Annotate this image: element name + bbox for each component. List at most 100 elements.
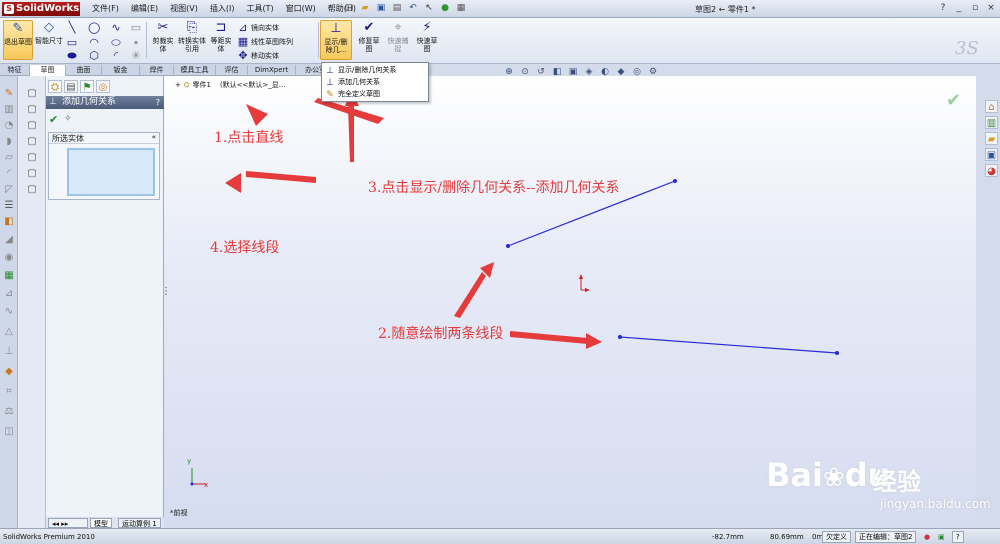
menu-file[interactable]: 文件(F): [86, 3, 125, 15]
fillet-tool-icon[interactable]: ◜: [3, 168, 15, 180]
mass-props-icon[interactable]: ⚖: [3, 406, 15, 418]
tab-surfaces[interactable]: 曲面: [66, 65, 102, 76]
sketch-tool-icon[interactable]: ✎: [3, 88, 15, 100]
feature-tree-flyout[interactable]: + ⛭ 零件1 (默认<<默认>_显...: [175, 80, 285, 90]
shell-icon[interactable]: ◧: [3, 216, 15, 228]
rib-icon[interactable]: ☰: [3, 200, 15, 212]
menu-item-fully-define-sketch[interactable]: ✎ 完全定义草图: [325, 89, 380, 100]
pm-help-button[interactable]: ?: [156, 96, 160, 109]
open-icon[interactable]: ▰: [358, 2, 372, 15]
instant3d-icon[interactable]: ◆: [3, 366, 15, 378]
section-view-icon[interactable]: ◧: [550, 66, 564, 78]
line-icon[interactable]: ╲: [66, 22, 78, 34]
menu-window[interactable]: 窗口(W): [280, 3, 322, 15]
menu-item-show-delete-relations[interactable]: ⊥ 显示/删除几何关系: [325, 65, 396, 76]
sketch-endpoint[interactable]: [618, 335, 622, 339]
dimxpert-manager-icon[interactable]: ◎: [96, 80, 110, 93]
hole-icon[interactable]: ◉: [3, 252, 15, 264]
mirror-entities-button[interactable]: 镜向实体: [251, 23, 279, 33]
show-delete-relations-button[interactable]: ⊥ 显示/删除几...: [320, 20, 352, 60]
close-button[interactable]: ×: [984, 2, 998, 15]
rapid-sketch-button[interactable]: ⚡ 快速草图: [414, 20, 440, 60]
pm-strip-icon[interactable]: ▢: [26, 168, 38, 180]
pm-strip-icon[interactable]: ▢: [26, 136, 38, 148]
previous-view-icon[interactable]: ↺: [534, 66, 548, 78]
exit-sketch-button[interactable]: ✎ 退出草图: [3, 20, 33, 60]
menu-tools[interactable]: 工具(T): [240, 3, 279, 15]
pm-strip-icon[interactable]: ▢: [26, 184, 38, 196]
status-help-button[interactable]: ?: [952, 531, 964, 543]
pm-strip-icon[interactable]: ▢: [26, 152, 38, 164]
splitter-handle[interactable]: ⋮: [160, 286, 172, 298]
rebuild-icon[interactable]: ●: [438, 2, 452, 15]
axis-icon[interactable]: ⊥: [3, 346, 15, 358]
sketch-endpoint[interactable]: [506, 244, 510, 248]
text-icon[interactable]: ▭: [130, 22, 142, 34]
sketch-endpoint[interactable]: [835, 351, 839, 355]
sketch-endpoint[interactable]: [673, 179, 677, 183]
file-explorer-icon[interactable]: ▰: [985, 132, 998, 145]
zoom-area-icon[interactable]: ⊙: [518, 66, 532, 78]
select-icon[interactable]: ↖: [422, 2, 436, 15]
menu-edit[interactable]: 编辑(E): [125, 3, 164, 15]
options-icon[interactable]: ▦: [454, 2, 468, 15]
ellipse-icon[interactable]: ⬭: [110, 37, 122, 49]
confirm-corner-check-icon[interactable]: ✔: [946, 90, 961, 111]
fillet-icon[interactable]: ◜: [110, 50, 122, 62]
appearances-icon[interactable]: ◕: [985, 164, 998, 177]
property-manager-icon[interactable]: ▤: [64, 80, 78, 93]
tab-features[interactable]: 特征: [0, 65, 30, 76]
ok-check-icon[interactable]: ✔: [49, 113, 58, 126]
linear-pattern-button[interactable]: 线性草图阵列: [251, 37, 293, 47]
tab-sketch[interactable]: 草图: [30, 65, 66, 76]
draft-icon[interactable]: ◢: [3, 234, 15, 246]
undo-icon[interactable]: ↶: [406, 2, 420, 15]
quick-snap-button[interactable]: ⌖ 快速捕捉: [386, 20, 410, 60]
rectangle-icon[interactable]: ▭: [66, 37, 78, 49]
zoom-to-fit-icon[interactable]: ⊕: [502, 66, 516, 78]
measure-icon[interactable]: ⌗: [3, 386, 15, 398]
tab-model[interactable]: 模型: [90, 518, 112, 528]
offset-button[interactable]: ⊐ 等距实体: [208, 20, 234, 60]
view-palette-icon[interactable]: ▣: [985, 148, 998, 161]
units-icon[interactable]: ▣: [938, 532, 945, 542]
polygon-icon[interactable]: ⬡: [88, 50, 100, 62]
tab-mold-tools[interactable]: 模具工具: [174, 65, 216, 76]
pm-strip-icon[interactable]: ▢: [26, 88, 38, 100]
point-icon[interactable]: ∙: [130, 37, 142, 49]
ref-geometry-icon[interactable]: △: [3, 326, 15, 338]
tab-weldments[interactable]: 焊件: [140, 65, 174, 76]
spline-icon[interactable]: ∿: [110, 22, 122, 34]
pushpin-icon[interactable]: ✧: [64, 114, 72, 124]
selected-entities-list[interactable]: [67, 148, 155, 196]
repair-sketch-button[interactable]: ✔ 修复草图: [356, 20, 382, 60]
solidworks-logo[interactable]: S SolidWorks: [2, 2, 80, 16]
hide-show-icon[interactable]: ◐: [598, 66, 612, 78]
plane-icon[interactable]: ✳: [130, 50, 142, 62]
apply-scene-icon[interactable]: ◎: [630, 66, 644, 78]
tab-sheet-metal[interactable]: 钣金: [102, 65, 140, 76]
help-button[interactable]: ?: [936, 2, 950, 15]
rebuild-status-icon[interactable]: ●: [924, 532, 930, 542]
menu-view[interactable]: 视图(V): [164, 3, 204, 15]
convert-entities-button[interactable]: ⎘ 转换实体引用: [178, 20, 206, 60]
loft-icon[interactable]: ▱: [3, 152, 15, 164]
minimize-button[interactable]: _: [952, 2, 966, 15]
save-icon[interactable]: ▣: [374, 2, 388, 15]
circle-icon[interactable]: ◯: [88, 22, 100, 34]
pattern-icon[interactable]: ▦: [3, 270, 15, 282]
menu-item-add-relation[interactable]: ⊥ 添加几何关系: [325, 77, 380, 88]
section-icon[interactable]: ◫: [3, 426, 15, 438]
feature-manager-icon[interactable]: ⛭: [48, 80, 62, 93]
mirror-feature-icon[interactable]: ⊿: [3, 288, 15, 300]
design-library-icon[interactable]: ▥: [985, 116, 998, 129]
smart-dimension-button[interactable]: ◇ 智能尺寸: [35, 20, 63, 60]
tab-dimxpert[interactable]: DimXpert: [248, 65, 296, 76]
chamfer-icon[interactable]: ◸: [3, 184, 15, 196]
arc-icon[interactable]: ◠: [88, 37, 100, 49]
slot-icon[interactable]: ⬬: [66, 50, 78, 62]
display-style-icon[interactable]: ◈: [582, 66, 596, 78]
extrude-icon[interactable]: ▥: [3, 104, 15, 116]
tab-motion-study[interactable]: 运动算例 1: [118, 518, 161, 528]
configuration-manager-icon[interactable]: ⚑: [80, 80, 94, 93]
